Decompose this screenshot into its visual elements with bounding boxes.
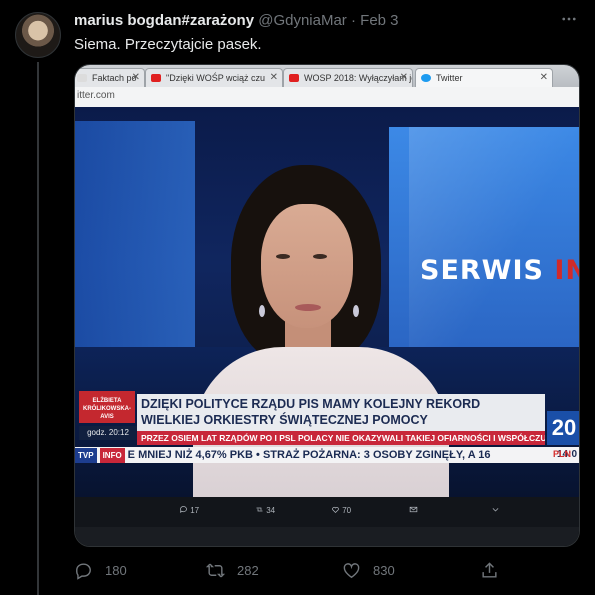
presenter-earring — [353, 305, 359, 317]
reply-button[interactable]: 180 — [74, 558, 127, 582]
close-icon: ✕ — [399, 72, 408, 83]
broadcast-time: godz. 20:12 — [79, 426, 137, 440]
share-button[interactable] — [480, 558, 509, 582]
heart-icon — [332, 507, 339, 514]
share-icon — [482, 561, 497, 578]
photo-tab: WOSP 2018: Wyłączyłam je ✕ — [283, 68, 413, 87]
close-icon: ✕ — [539, 72, 548, 83]
photo-tab-label: WOSP 2018: Wyłączyłam je — [304, 73, 413, 83]
close-icon: ✕ — [131, 72, 140, 83]
like-count: 830 — [373, 562, 395, 578]
like-button[interactable]: 830 — [342, 558, 395, 582]
photo-browser-tabs: Faktach po ✕ "Dzięki WOŚP wciąż czu ✕ WO… — [75, 65, 579, 87]
tweet-text: Siema. Przeczytajcie pasek. — [74, 36, 262, 53]
currency-label: PLN — [553, 449, 571, 459]
nameplate-line: AVIS — [100, 414, 114, 420]
photo-tab: Twitter ✕ — [415, 68, 553, 87]
youtube-icon — [289, 74, 299, 82]
tweet-date[interactable]: Feb 3 — [360, 12, 398, 29]
photo-url-text: itter.com — [77, 90, 115, 101]
studio-backdrop-left — [75, 121, 195, 381]
photo-dm-icon — [409, 505, 418, 515]
ticker-tag: INFO — [99, 448, 125, 463]
headline-line: WIELKIEJ ORKIESTRY ŚWIĄTECZNEJ POMOCY — [141, 413, 428, 427]
more-horizontal-icon — [562, 17, 576, 21]
retweet-icon — [206, 563, 225, 577]
twitter-bird-icon — [421, 74, 431, 82]
photo-url-bar: itter.com — [75, 87, 579, 108]
retweet-count: 282 — [237, 562, 259, 578]
tweet-header: marius bogdan#zarażony @GdyniaMar · Feb … — [74, 11, 555, 31]
retweet-icon — [256, 507, 263, 512]
mail-icon — [409, 506, 418, 513]
chevron-down-icon — [492, 508, 499, 512]
tab-favicon — [77, 74, 87, 82]
presenter-earring — [259, 305, 265, 317]
tweet-action-bar: 180 282 830 — [74, 558, 554, 582]
photo-tab-label: "Dzięki WOŚP wciąż czu — [166, 73, 266, 83]
presenter-nameplate: ELŻBIETA KRÓLIKOWSKA- AVIS — [79, 391, 135, 423]
photo-tab-label: Faktach po — [92, 73, 137, 83]
more-options-button[interactable] — [557, 10, 581, 30]
display-name[interactable]: marius bogdan#zarażony — [74, 12, 254, 29]
photo-embedded-action-bar: 17 34 70 — [75, 497, 579, 527]
photo-tab: Faktach po ✕ — [75, 68, 145, 87]
tweet[interactable]: marius bogdan#zarażony @GdyniaMar · Feb … — [0, 0, 595, 595]
nameplate-line: KRÓLIKOWSKA- — [83, 406, 131, 412]
photo-like-count: 70 — [331, 505, 351, 515]
channel-logo: 20 — [547, 411, 579, 445]
user-handle[interactable]: @GdyniaMar — [258, 12, 347, 29]
photo-chevron — [491, 505, 500, 515]
youtube-icon — [151, 74, 161, 82]
news-headline: DZIĘKI POLITYCE RZĄDU PIS MAMY KOLEJNY R… — [137, 394, 545, 431]
studio-screen-text: SERWIS INF — [420, 255, 579, 286]
avatar[interactable] — [15, 12, 61, 58]
retweet-button[interactable]: 282 — [206, 558, 259, 582]
tweet-photo[interactable]: Faktach po ✕ "Dzięki WOŚP wciąż czu ✕ WO… — [74, 64, 580, 547]
headline-line: DZIĘKI POLITYCE RZĄDU PIS MAMY KOLEJNY R… — [141, 397, 481, 411]
ticker-text: E MNIEJ NIŻ 4,67% PKB • STRAŻ POŻARNA: 3… — [127, 449, 491, 461]
reply-icon — [76, 562, 91, 580]
news-lower-third: ELŻBIETA KRÓLIKOWSKA- AVIS godz. 20:12 D… — [75, 391, 579, 491]
thread-line — [37, 62, 39, 595]
photo-screen-bottom — [75, 527, 579, 546]
separator: · — [350, 12, 356, 29]
ticker-channel: TVP — [75, 448, 97, 463]
presenter-eye — [313, 254, 327, 259]
reply-icon — [179, 506, 187, 513]
presenter-lips — [295, 304, 321, 311]
presenter-eye — [276, 254, 290, 259]
news-ticker: TVP INFO E MNIEJ NIŻ 4,67% PKB • STRAŻ POŻ… — [75, 447, 579, 463]
photo-reply-count: 17 — [179, 505, 199, 515]
studio-screen-right — [389, 127, 579, 347]
news-sub-headline: PRZEZ OSIEM LAT RZĄDÓW PO I PSL POLACY N… — [137, 431, 545, 445]
photo-retweet-count: 34 — [255, 505, 275, 515]
heart-icon — [343, 562, 360, 578]
photo-tab-label: Twitter — [436, 73, 463, 83]
reply-count: 180 — [105, 562, 127, 578]
close-icon: ✕ — [269, 72, 278, 83]
photo-tv-screen: SERWIS INF ELŻBIETA KRÓLIKOWSKA- AVIS go… — [75, 107, 579, 497]
nameplate-line: ELŻBIETA — [92, 398, 122, 404]
photo-tab: "Dzięki WOŚP wciąż czu ✕ — [145, 68, 283, 87]
